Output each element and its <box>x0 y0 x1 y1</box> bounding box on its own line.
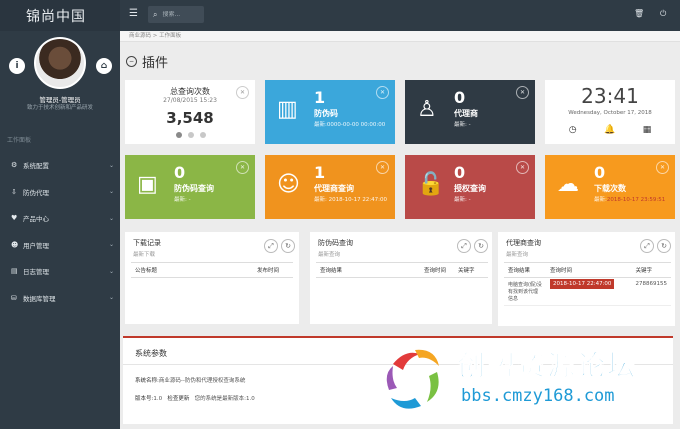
sidebar-item-products[interactable]: ♥ 产品中心 ⌄ <box>0 205 120 232</box>
query-time-badge: 2018-10-17 22:47:00 <box>550 279 615 289</box>
gear-icon: ⚙ <box>11 161 18 170</box>
sidebar-item-label: 用户管理 <box>23 241 49 250</box>
sidebar-item-label: 数据库管理 <box>23 294 56 303</box>
close-icon[interactable]: ✕ <box>656 161 669 174</box>
code-query-panel: 防伪码查询 最新查询 ⤢ ↻ 查询结果 查询时间 关键字 <box>310 232 492 324</box>
log-icon: ▤ <box>11 267 18 276</box>
power-icon[interactable]: ⏻ <box>660 9 666 19</box>
profile: i ⌂ 管理员-管理员 致力于技术创新和产品研发 <box>0 31 120 119</box>
anti-fake-code-card[interactable]: ✕ ▥ 1 防伪码 最新:0000-00-00 00:00:00 <box>265 80 395 144</box>
breadcrumb: 商业源码 > 工作面板 <box>120 31 680 42</box>
download-icon: ⇩ <box>11 187 17 196</box>
chevron-down-icon: ⌄ <box>108 267 114 275</box>
agent-query-panel: 代理商查询 最新查询 ⤢ ↻ 查询结果 查询时间 关键字 电脑查询(假)没有找到… <box>498 232 675 326</box>
auth-query-card[interactable]: ✕ 🔓 0 授权查询 最新: - <box>405 155 535 219</box>
download-records-table: 公告标题 发布时间 <box>131 262 293 278</box>
menu-toggle-icon[interactable]: ☰ <box>129 8 138 19</box>
page-title: − 插件 <box>126 52 168 71</box>
total-queries-value: 3,548 <box>166 109 214 127</box>
sidebar-section-label: 工作面板 <box>7 137 32 144</box>
agent-query-table: 查询结果 查询时间 关键字 电脑查询(假)没有找到该代理信息 2018-10-1… <box>504 262 671 306</box>
user-icon: ☺ <box>277 172 300 197</box>
chevron-down-icon: ⌄ <box>108 241 114 249</box>
clock-card: 23:41 Wednesday, October 17, 2018 ◷ 🔔 ▦ <box>545 80 675 144</box>
sidebar-nav: ⚙ 系统配置 ⌄ ⇩ 防伪代理 ⌄ ♥ 产品中心 ⌄ ☻ 用户管理 ⌄ ▤ 日志… <box>0 152 120 311</box>
sidebar-item-logs[interactable]: ▤ 日志管理 ⌄ <box>0 258 120 285</box>
home-icon[interactable]: ⌂ <box>96 58 112 74</box>
close-icon[interactable]: ✕ <box>376 161 389 174</box>
watermark-logo <box>386 349 439 409</box>
person-icon: ♙ <box>417 97 437 122</box>
chevron-down-icon: ⌄ <box>108 161 114 169</box>
agents-card[interactable]: ✕ ♙ 0 代理商 最新: - <box>405 80 535 144</box>
download-records-panel: 下载记录 最新下载 ⤢ ↻ 公告标题 发布时间 <box>125 232 299 324</box>
refresh-icon[interactable]: ↻ <box>281 239 295 253</box>
refresh-icon[interactable]: ↻ <box>657 239 671 253</box>
close-icon[interactable]: ✕ <box>236 161 249 174</box>
heart-icon: ♥ <box>11 214 18 223</box>
sidebar-item-label: 日志管理 <box>23 268 49 277</box>
info-icon[interactable]: i <box>9 58 25 74</box>
sidebar-item-label: 产品中心 <box>23 215 49 224</box>
topbar: ☰ ⌕ 🗑 ⏻ <box>120 0 680 31</box>
close-icon[interactable]: ✕ <box>516 86 529 99</box>
sidebar-item-system-config[interactable]: ⚙ 系统配置 ⌄ <box>0 152 120 179</box>
expand-icon[interactable]: ⤢ <box>457 239 471 253</box>
sidebar: 锦尚中国 i ⌂ 管理员-管理员 致力于技术创新和产品研发 工作面板 ⚙ 系统配… <box>0 0 120 429</box>
qrcode-icon: ▣ <box>137 172 158 197</box>
unlock-icon: 🔓 <box>417 172 445 197</box>
sidebar-item-database[interactable]: ⛁ 数据库管理 ⌄ <box>0 285 120 312</box>
total-queries-date: 27/08/2015 15:23 <box>163 97 217 104</box>
expand-icon[interactable]: ⤢ <box>640 239 654 253</box>
close-icon[interactable]: ✕ <box>516 161 529 174</box>
code-query-card[interactable]: ✕ ▣ 0 防伪码查询 最新: - <box>125 155 255 219</box>
clock-time: 23:41 <box>581 84 639 108</box>
refresh-icon[interactable]: ↻ <box>474 239 488 253</box>
calendar-icon[interactable]: ▦ <box>643 125 652 135</box>
chevron-down-icon: ⌄ <box>108 188 114 196</box>
brand-logo[interactable]: 锦尚中国 <box>0 0 120 31</box>
expand-icon[interactable]: ⤢ <box>264 239 278 253</box>
carousel-dots[interactable] <box>176 132 206 138</box>
total-queries-title: 总查询次数 <box>170 87 210 96</box>
table-row[interactable]: 电脑查询(假)没有找到该代理信息 2018-10-17 22:47:00 278… <box>504 277 671 306</box>
chevron-down-icon: ⌄ <box>108 214 114 222</box>
total-queries-card: ✕ 总查询次数 27/08/2015 15:23 3,548 <box>125 80 255 144</box>
collapse-icon[interactable]: − <box>126 56 137 67</box>
search-input[interactable] <box>162 11 197 18</box>
code-query-table: 查询结果 查询时间 关键字 <box>316 262 488 278</box>
sidebar-item-label: 防伪代理 <box>23 188 49 197</box>
clock-icon[interactable]: ◷ <box>569 125 577 135</box>
database-icon: ⛁ <box>11 293 17 302</box>
close-icon[interactable]: ✕ <box>376 86 389 99</box>
agent-query-card[interactable]: ✕ ☺ 1 代理商查询 最新: 2018-10-17 22:47:00 <box>265 155 395 219</box>
check-update-link[interactable]: 检查更新 <box>167 396 189 402</box>
clock-date: Wednesday, October 17, 2018 <box>568 110 652 116</box>
watermark: 创盟资源论坛 bbs.cmzy168.com <box>385 340 675 422</box>
sidebar-item-label: 系统配置 <box>23 162 49 171</box>
search-icon[interactable]: ⌕ <box>153 10 157 20</box>
avatar[interactable] <box>34 37 86 89</box>
trash-icon[interactable]: 🗑 <box>634 9 644 18</box>
sidebar-item-users[interactable]: ☻ 用户管理 ⌄ <box>0 232 120 259</box>
profile-tagline: 致力于技术创新和产品研发 <box>26 105 93 111</box>
search-box: ⌕ <box>148 6 204 23</box>
sidebar-item-anti-fake-agent[interactable]: ⇩ 防伪代理 ⌄ <box>0 179 120 206</box>
barcode-icon: ▥ <box>277 97 298 122</box>
cloud-download-icon: ☁ <box>557 172 579 197</box>
bell-icon[interactable]: 🔔 <box>604 125 615 135</box>
chevron-down-icon: ⌄ <box>108 294 114 302</box>
users-icon: ☻ <box>11 240 19 249</box>
breadcrumb-home[interactable]: 商业源码 <box>129 33 151 39</box>
downloads-card[interactable]: ✕ ☁ 0 下载次数 最新:2018-10-17 23:59:51 <box>545 155 675 219</box>
breadcrumb-current: 工作面板 <box>159 33 182 39</box>
